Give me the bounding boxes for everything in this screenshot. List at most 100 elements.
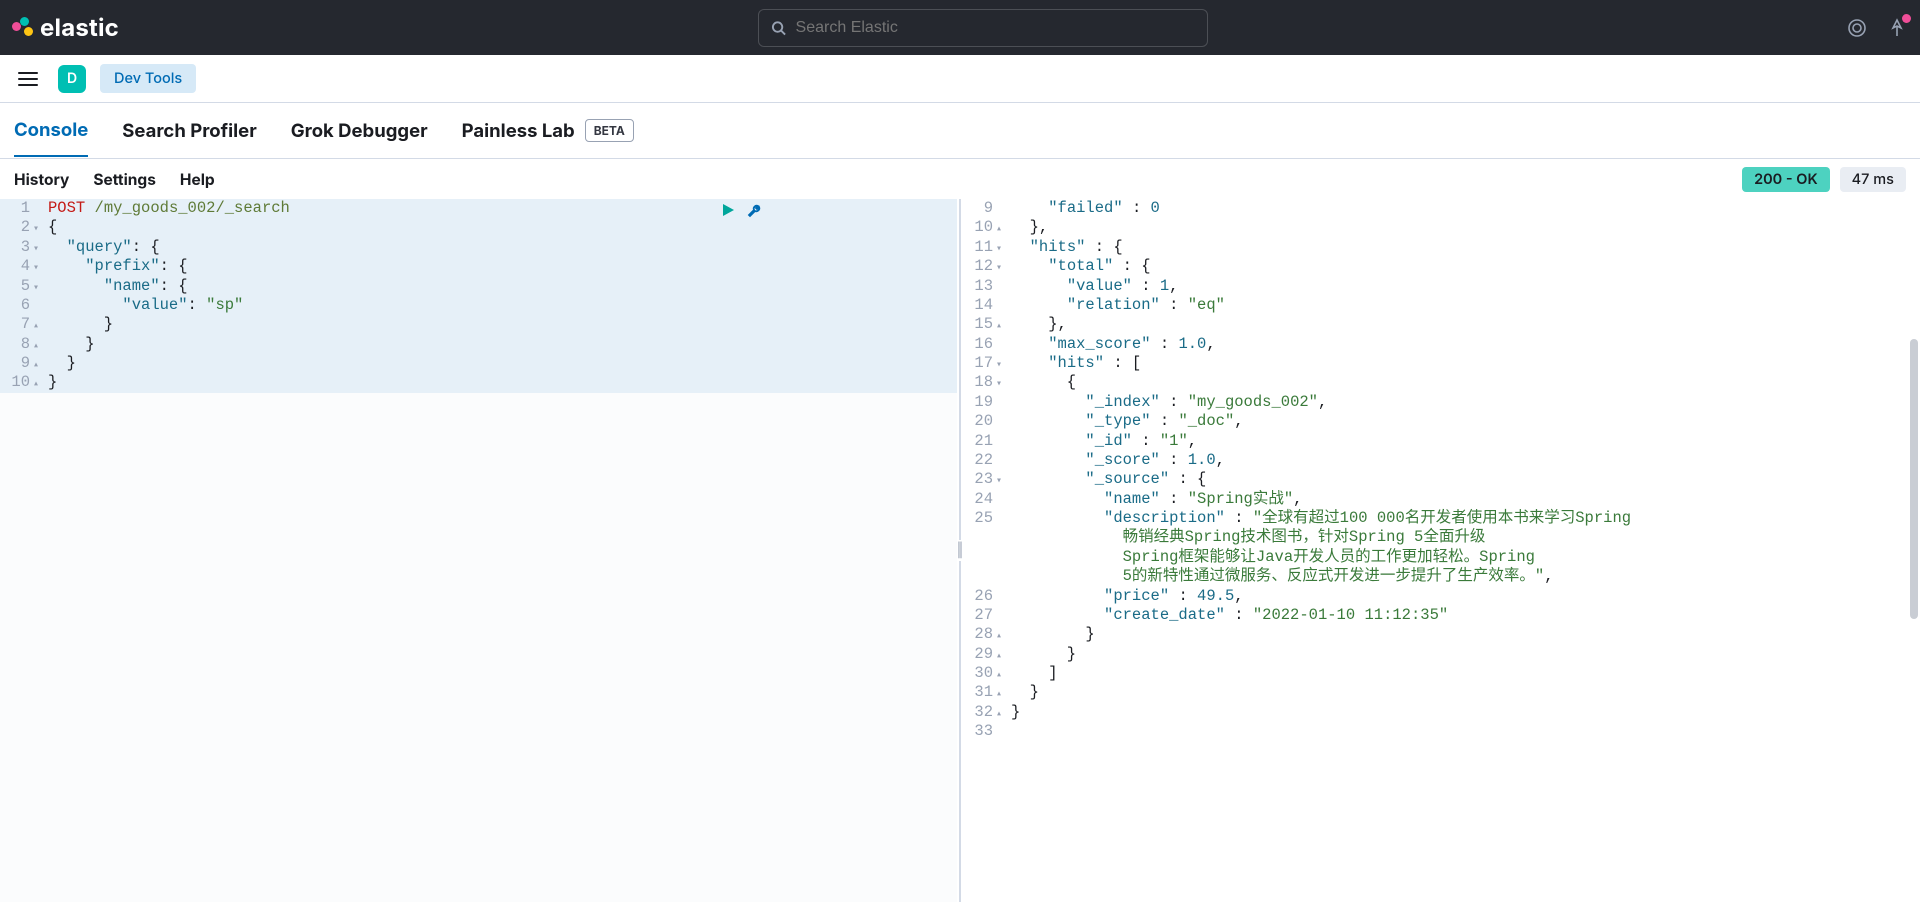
code-line[interactable]: 1 POST /my_goods_002/_search — [0, 199, 957, 218]
breadcrumb-app[interactable]: Dev Tools — [100, 64, 196, 93]
line-content: }, — [1011, 218, 1920, 237]
code-line[interactable]: 9▴ } — [0, 354, 957, 373]
code-line[interactable]: 11▾ "hits" : { — [963, 238, 1920, 257]
tab-painless-lab[interactable]: Painless LabBETA — [462, 105, 634, 156]
code-line[interactable]: 9 "failed" : 0 — [963, 199, 1920, 218]
code-line[interactable]: 27 "create_date" : "2022-01-10 11:12:35" — [963, 606, 1920, 625]
tool-link-settings[interactable]: Settings — [93, 170, 156, 189]
code-line[interactable]: 30▴ ] — [963, 664, 1920, 683]
tab-console[interactable]: Console — [14, 105, 88, 157]
code-line[interactable]: 23▾ "_source" : { — [963, 470, 1920, 489]
line-content: "_id" : "1", — [1011, 432, 1920, 451]
line-content: "max_score" : 1.0, — [1011, 335, 1920, 354]
code-line[interactable]: 20 "_type" : "_doc", — [963, 412, 1920, 431]
code-line[interactable]: 6 "value": "sp" — [0, 296, 957, 315]
tool-link-history[interactable]: History — [14, 170, 69, 189]
global-search-input[interactable] — [796, 19, 1195, 37]
code-line[interactable]: 3▾ "query": { — [0, 238, 957, 257]
code-line[interactable]: 畅销经典Spring技术图书，针对Spring 5全面升级 — [963, 528, 1920, 547]
line-gutter: 11▾ — [963, 238, 1011, 257]
code-line[interactable]: 14 "relation" : "eq" — [963, 296, 1920, 315]
code-line[interactable]: 7▴ } — [0, 315, 957, 334]
code-line[interactable]: 24 "name" : "Spring实战", — [963, 490, 1920, 509]
line-content: 5的新特性通过微服务、反应式开发进一步提升了生产效率。", — [1011, 567, 1920, 586]
code-line[interactable]: Spring框架能够让Java开发人员的工作更加轻松。Spring — [963, 548, 1920, 567]
line-content: } — [1011, 683, 1920, 702]
code-line[interactable]: 25 "description" : "全球有超过100 000名开发者使用本书… — [963, 509, 1920, 528]
line-content: "failed" : 0 — [1011, 199, 1920, 218]
code-line[interactable]: 12▾ "total" : { — [963, 257, 1920, 276]
line-content: { — [48, 218, 957, 237]
line-gutter: 9 — [963, 199, 1011, 218]
code-line[interactable]: 29▴ } — [963, 645, 1920, 664]
line-gutter: 33 — [963, 722, 1011, 741]
line-content: "_type" : "_doc", — [1011, 412, 1920, 431]
code-line[interactable]: 18▾ { — [963, 373, 1920, 392]
dev-tools-tabs: Console Search Profiler Grok Debugger Painl… — [0, 103, 1920, 159]
tab-search-profiler[interactable]: Search Profiler — [122, 106, 256, 156]
response-scrollbar[interactable] — [1910, 199, 1918, 902]
line-content: "query": { — [48, 238, 957, 257]
code-line[interactable]: 5的新特性通过微服务、反应式开发进一步提升了生产效率。", — [963, 567, 1920, 586]
code-line[interactable]: 13 "value" : 1, — [963, 277, 1920, 296]
code-line[interactable]: 26 "price" : 49.5, — [963, 587, 1920, 606]
code-line[interactable]: 10▴ }, — [963, 218, 1920, 237]
code-line[interactable]: 5▾ "name": { — [0, 277, 957, 296]
line-content: } — [1011, 703, 1920, 722]
logo-text: elastic — [40, 13, 119, 42]
notification-dot — [1902, 14, 1911, 23]
nav-toggle-button[interactable] — [12, 63, 44, 95]
line-content: } — [1011, 625, 1920, 644]
status-badge-ok: 200 - OK — [1742, 167, 1830, 192]
code-line[interactable]: 22 "_score" : 1.0, — [963, 451, 1920, 470]
code-line[interactable]: 19 "_index" : "my_goods_002", — [963, 393, 1920, 412]
line-content: "name": { — [48, 277, 957, 296]
line-gutter: 6 — [0, 296, 48, 315]
code-line[interactable]: 21 "_id" : "1", — [963, 432, 1920, 451]
code-line[interactable]: 16 "max_score" : 1.0, — [963, 335, 1920, 354]
code-line[interactable]: 15▴ }, — [963, 315, 1920, 334]
wrench-icon[interactable] — [746, 202, 764, 220]
line-content: } — [48, 373, 957, 392]
line-content: ] — [1011, 664, 1920, 683]
line-content: } — [48, 335, 957, 354]
logo-icon — [12, 17, 34, 39]
line-content: "total" : { — [1011, 257, 1920, 276]
code-line[interactable]: 4▾ "prefix": { — [0, 257, 957, 276]
line-content: 畅销经典Spring技术图书，针对Spring 5全面升级 — [1011, 528, 1920, 547]
code-line[interactable]: 2▾{ — [0, 218, 957, 237]
line-gutter: 5▾ — [0, 277, 48, 296]
setup-guide-icon[interactable] — [1886, 17, 1908, 39]
code-line[interactable]: 17▾ "hits" : [ — [963, 354, 1920, 373]
tab-grok-debugger[interactable]: Grok Debugger — [291, 106, 428, 156]
console-tool-links: History Settings Help — [14, 170, 215, 189]
space-selector[interactable]: D — [58, 65, 86, 93]
code-line[interactable]: 32▴} — [963, 703, 1920, 722]
code-line[interactable]: 31▴ } — [963, 683, 1920, 702]
line-content: "prefix": { — [48, 257, 957, 276]
global-search[interactable] — [758, 9, 1208, 47]
request-actions — [720, 202, 764, 220]
newsfeed-icon[interactable] — [1846, 17, 1868, 39]
line-gutter: 18▾ — [963, 373, 1011, 392]
line-content: } — [1011, 645, 1920, 664]
tab-label: Console — [14, 119, 88, 141]
line-content: "create_date" : "2022-01-10 11:12:35" — [1011, 606, 1920, 625]
send-request-icon[interactable] — [720, 202, 736, 218]
tool-link-help[interactable]: Help — [180, 170, 215, 189]
line-gutter: 7▴ — [0, 315, 48, 334]
line-gutter: 2▾ — [0, 218, 48, 237]
beta-badge: BETA — [585, 119, 634, 142]
elastic-logo[interactable]: elastic — [12, 13, 119, 42]
code-line[interactable]: 28▴ } — [963, 625, 1920, 644]
request-editor[interactable]: 1 POST /my_goods_002/_search2▾{3▾ "query… — [0, 199, 957, 902]
code-line[interactable]: 33 — [963, 722, 1920, 741]
code-line[interactable]: 10▴} — [0, 373, 957, 392]
line-content: { — [1011, 373, 1920, 392]
line-content — [1011, 722, 1920, 741]
code-line[interactable]: 8▴ } — [0, 335, 957, 354]
line-content: Spring框架能够让Java开发人员的工作更加轻松。Spring — [1011, 548, 1920, 567]
response-viewer[interactable]: 9 "failed" : 010▴ },11▾ "hits" : {12▾ "t… — [963, 199, 1920, 902]
line-gutter: 8▴ — [0, 335, 48, 354]
line-gutter: 24 — [963, 490, 1011, 509]
